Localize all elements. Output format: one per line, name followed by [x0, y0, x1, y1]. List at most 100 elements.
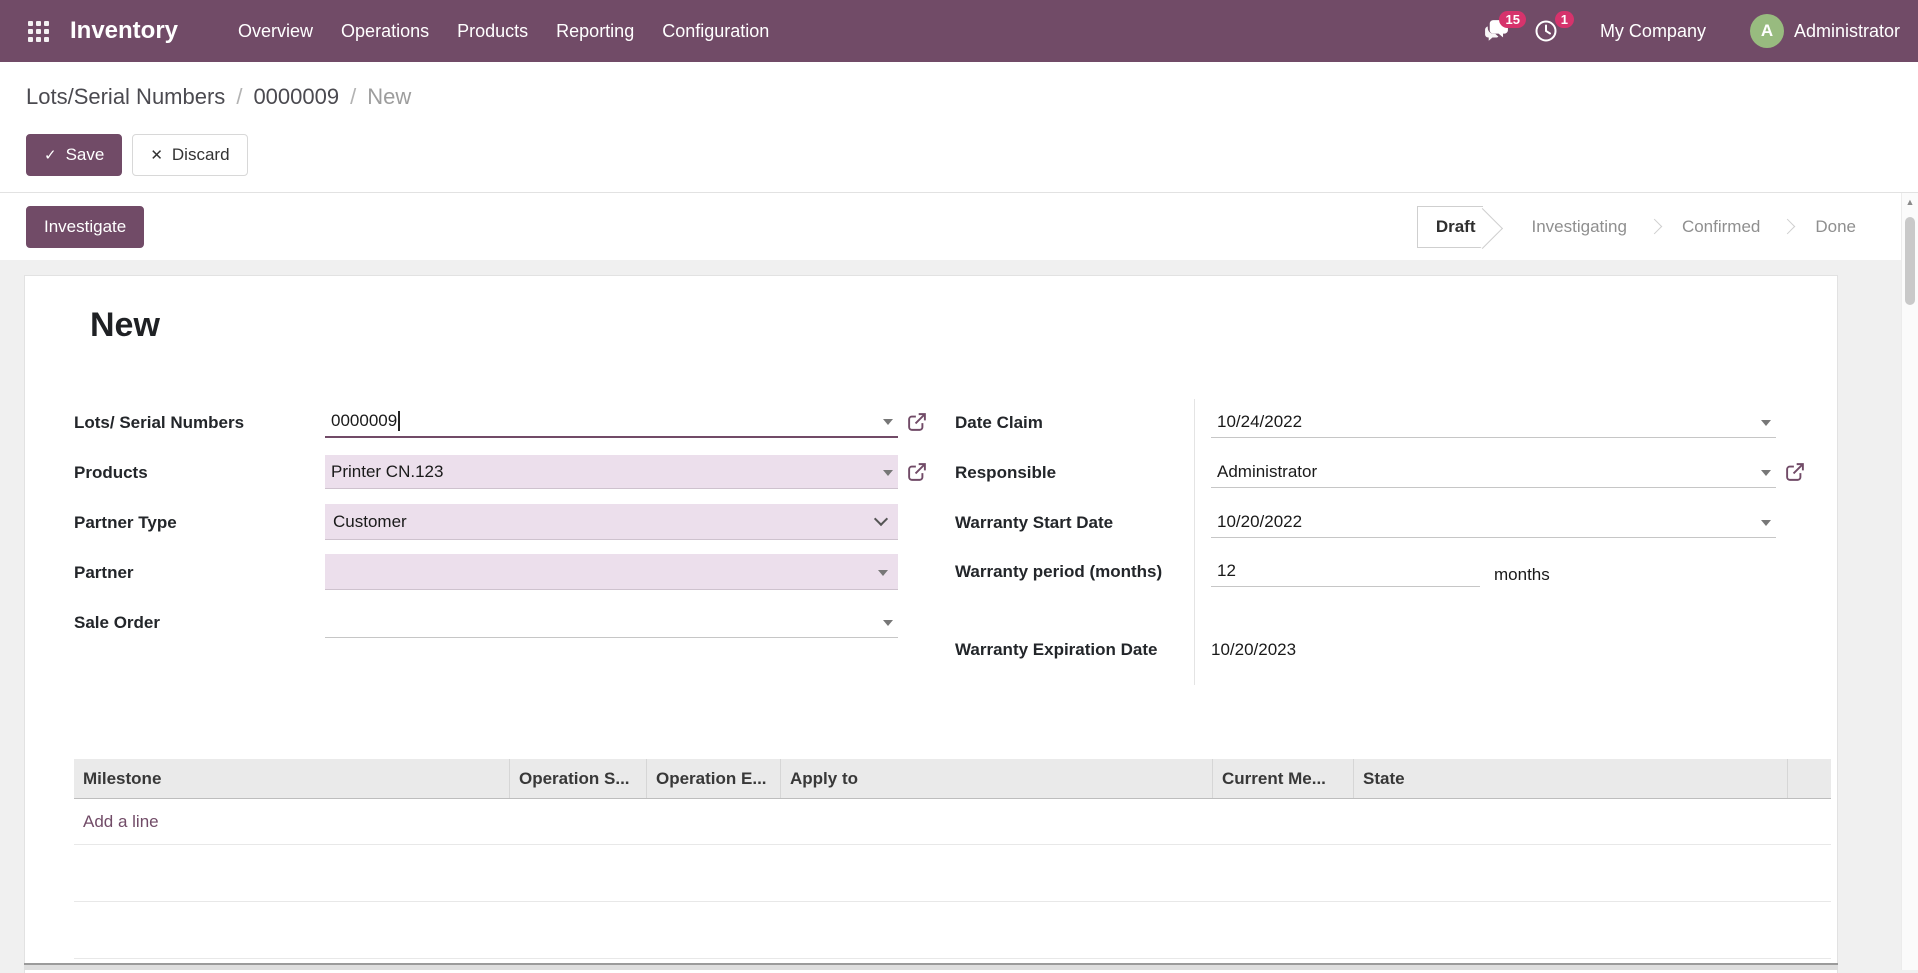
dropdown-caret-icon[interactable]: [883, 419, 893, 425]
column-header-milestone[interactable]: Milestone: [74, 759, 509, 798]
top-navbar: Inventory Overview Operations Products R…: [0, 0, 1918, 62]
column-header-actions: [1787, 759, 1831, 798]
lots-serial-value: 0000009: [331, 411, 397, 431]
column-header-apply-to[interactable]: Apply to: [780, 759, 1212, 798]
responsible-value: Administrator: [1217, 462, 1317, 482]
activities-button[interactable]: 1: [1522, 11, 1570, 51]
sale-order-label: Sale Order: [74, 610, 325, 635]
external-link-icon[interactable]: [908, 463, 926, 481]
discard-button-label: Discard: [172, 145, 230, 165]
warranty-start-label: Warranty Start Date: [955, 510, 1194, 535]
responsible-input[interactable]: Administrator: [1211, 456, 1776, 488]
dropdown-caret-icon[interactable]: [883, 470, 893, 476]
company-switcher[interactable]: My Company: [1600, 21, 1706, 42]
breadcrumb-separator: /: [236, 82, 242, 112]
check-icon: ✓: [44, 146, 57, 164]
sale-order-input[interactable]: [325, 606, 898, 638]
products-input[interactable]: Printer CN.123: [325, 455, 898, 489]
warranty-expiration-label: Warranty Expiration Date: [955, 637, 1194, 662]
warranty-start-input[interactable]: 10/20/2022: [1211, 506, 1776, 538]
avatar: A: [1750, 14, 1784, 48]
stage-separator-icon: [1647, 219, 1663, 235]
dropdown-caret-icon[interactable]: [883, 620, 893, 626]
responsible-label: Responsible: [955, 460, 1194, 485]
control-panel-buttons: ✓ Save ✕ Discard: [0, 122, 1918, 193]
navbar-right: 15 1 My Company A Administrator: [1471, 11, 1900, 51]
column-header-operation-end[interactable]: Operation E...: [646, 759, 780, 798]
products-label: Products: [74, 460, 325, 485]
breadcrumb: Lots/Serial Numbers / 0000009 / New: [0, 62, 1918, 122]
dropdown-caret-icon[interactable]: [878, 570, 888, 576]
apps-menu-button[interactable]: [18, 11, 58, 51]
stage-draft[interactable]: Draft: [1417, 206, 1484, 248]
menu-overview[interactable]: Overview: [224, 11, 327, 52]
warranty-expiration-value: 10/20/2023: [1211, 637, 1296, 662]
empty-table-row: [74, 845, 1831, 902]
stage-draft-label: Draft: [1436, 217, 1476, 236]
partner-type-value: Customer: [333, 512, 407, 532]
scroll-up-icon[interactable]: ▲: [1902, 193, 1918, 211]
dropdown-caret-icon[interactable]: [1761, 420, 1771, 426]
app-name[interactable]: Inventory: [70, 17, 178, 45]
dropdown-caret-icon[interactable]: [1761, 470, 1771, 476]
apps-grid-icon: [28, 21, 49, 42]
chevron-down-icon: [874, 511, 888, 525]
breadcrumb-record-0000009[interactable]: 0000009: [253, 82, 339, 112]
activities-badge: 1: [1555, 11, 1574, 28]
partner-type-select[interactable]: Customer: [325, 504, 898, 540]
clock-icon: [1534, 19, 1558, 43]
column-divider: [1194, 399, 1195, 685]
field-row-sale-order: Sale Order: [74, 597, 955, 647]
form-sheet: New Lots/ Serial Numbers 0000009: [24, 275, 1838, 973]
save-button[interactable]: ✓ Save: [26, 134, 122, 176]
left-field-group: Lots/ Serial Numbers 0000009: [74, 397, 955, 687]
menu-products[interactable]: Products: [443, 11, 542, 52]
lots-serial-input[interactable]: 0000009: [325, 406, 898, 438]
text-cursor: [398, 411, 400, 431]
field-row-responsible: Responsible Administrator: [955, 447, 1829, 497]
products-value: Printer CN.123: [331, 462, 443, 482]
add-line-row: Add a line: [74, 799, 1831, 845]
external-link-icon[interactable]: [1786, 463, 1804, 481]
menu-configuration[interactable]: Configuration: [648, 11, 783, 52]
scrollbar[interactable]: ▲: [1901, 193, 1918, 970]
stage-investigating[interactable]: Investigating: [1511, 207, 1646, 247]
field-row-lots-serial: Lots/ Serial Numbers 0000009: [74, 397, 955, 447]
column-header-current-measure[interactable]: Current Me...: [1212, 759, 1353, 798]
investigate-button[interactable]: Investigate: [26, 206, 144, 248]
main-menu: Overview Operations Products Reporting C…: [224, 11, 783, 52]
external-link-icon[interactable]: [908, 413, 926, 431]
stage-separator-icon: [1780, 219, 1796, 235]
stage-confirmed[interactable]: Confirmed: [1662, 207, 1780, 247]
field-row-warranty-expiration: Warranty Expiration Date 10/20/2023: [955, 625, 1829, 687]
discard-button[interactable]: ✕ Discard: [132, 134, 247, 176]
field-row-products: Products Printer CN.123: [74, 447, 955, 497]
date-claim-value: 10/24/2022: [1217, 412, 1302, 432]
stage-done[interactable]: Done: [1795, 207, 1876, 247]
menu-reporting[interactable]: Reporting: [542, 11, 648, 52]
close-icon: ✕: [150, 146, 163, 164]
menu-operations[interactable]: Operations: [327, 11, 443, 52]
field-row-partner-type: Partner Type Customer: [74, 497, 955, 547]
warranty-period-input[interactable]: 12: [1211, 555, 1480, 587]
breadcrumb-current: New: [367, 82, 411, 112]
form-statusbar: Investigate Draft Investigating Confirme…: [0, 193, 1918, 260]
scrollbar-thumb[interactable]: [1905, 217, 1915, 305]
user-menu[interactable]: A Administrator: [1750, 14, 1900, 48]
messages-button[interactable]: 15: [1471, 11, 1522, 51]
warranty-start-value: 10/20/2022: [1217, 512, 1302, 532]
user-name: Administrator: [1794, 21, 1900, 42]
warranty-period-value: 12: [1217, 561, 1236, 581]
column-header-state[interactable]: State: [1353, 759, 1787, 798]
date-claim-input[interactable]: 10/24/2022: [1211, 406, 1776, 438]
warranty-period-suffix: months: [1494, 565, 1550, 585]
empty-table-row: [74, 902, 1831, 959]
breadcrumb-lots-serial-numbers[interactable]: Lots/Serial Numbers: [26, 82, 225, 112]
table-header-row: Milestone Operation S... Operation E... …: [74, 759, 1831, 799]
dropdown-caret-icon[interactable]: [1761, 520, 1771, 526]
partner-label: Partner: [74, 560, 325, 585]
add-a-line-link[interactable]: Add a line: [83, 812, 159, 832]
column-header-operation-start[interactable]: Operation S...: [509, 759, 646, 798]
content-area: New Lots/ Serial Numbers 0000009: [0, 260, 1918, 973]
partner-input[interactable]: [325, 554, 898, 590]
